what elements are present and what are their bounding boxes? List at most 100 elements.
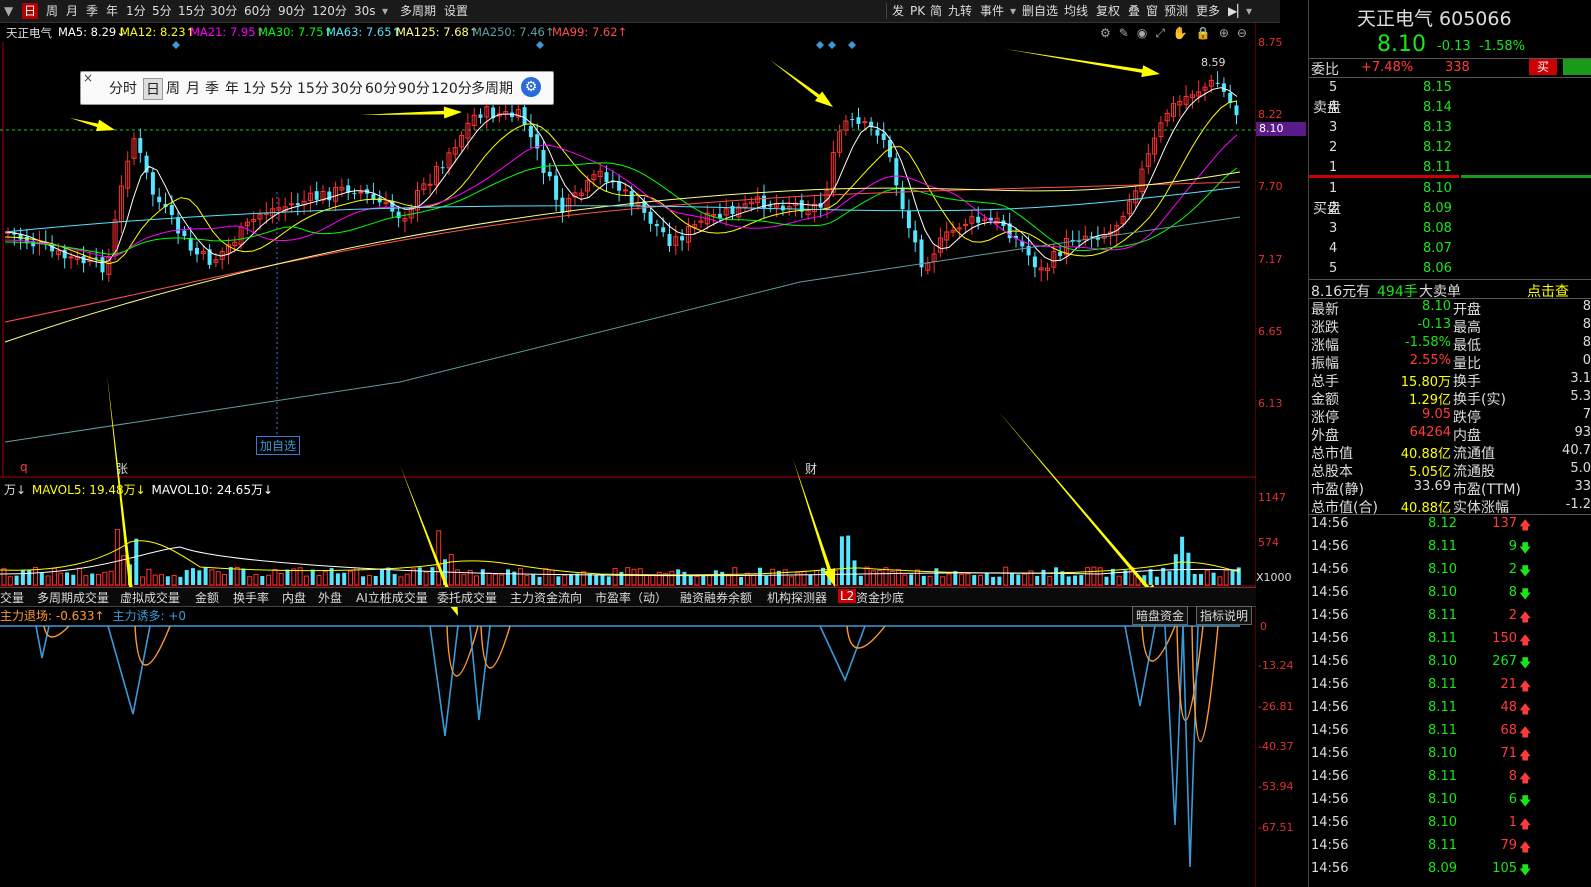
toolbar-adjust[interactable]: 复权	[1094, 3, 1122, 19]
toolbar-forecast[interactable]: 预测	[1162, 3, 1190, 19]
popup-15min[interactable]: 15分	[297, 78, 329, 98]
buy-button[interactable]: 买	[1529, 59, 1557, 75]
popup-fenshi[interactable]: 分时	[109, 78, 137, 98]
event-mark-cai[interactable]: 财	[805, 460, 817, 477]
settings-button[interactable]: 设置	[442, 3, 470, 19]
arrow-down-icon: 🡇	[1519, 541, 1532, 555]
tab-institution[interactable]: 机构探测器	[767, 589, 827, 606]
mavol5-line	[0, 540, 1241, 576]
event-mark-q[interactable]: q	[20, 460, 28, 474]
toolbar-events[interactable]: 事件	[978, 3, 1006, 19]
bid-price[interactable]: 8.10	[1423, 181, 1452, 196]
event-mark-zhang[interactable]: 张	[116, 460, 128, 477]
bid-price[interactable]: 8.09	[1423, 201, 1452, 216]
toolbar-arrow-icon[interactable]: ▼	[2, 3, 15, 19]
popup-120min[interactable]: 120分	[431, 78, 472, 98]
toolbar-more[interactable]: 更多	[1194, 3, 1222, 19]
price-axis-613: 6.13	[1258, 397, 1283, 410]
volume-bar	[1199, 574, 1203, 585]
popup-30min[interactable]: 30分	[331, 78, 363, 98]
popup-multi[interactable]: 多周期	[471, 78, 513, 98]
toolbar-fa[interactable]: 发	[890, 3, 906, 19]
bid-price[interactable]: 8.08	[1423, 221, 1452, 236]
weibi-label: 委比	[1311, 62, 1339, 78]
volume-bar	[159, 574, 164, 586]
period-5min[interactable]: 5分	[150, 3, 174, 19]
arrow-up-icon: 🡅	[1519, 748, 1532, 762]
period-season[interactable]: 季	[84, 3, 100, 19]
toolbar-window[interactable]: 窗	[1144, 3, 1160, 19]
period-90min[interactable]: 90分	[276, 3, 307, 19]
tab-ai-volume[interactable]: AI立桩成交量	[356, 589, 428, 606]
volume-bar	[1211, 572, 1216, 585]
gear-icon[interactable]: ⚙	[521, 77, 541, 97]
tab-outer[interactable]: 外盘	[318, 589, 342, 606]
current-price-tag: 8.10	[1256, 122, 1306, 136]
period-day[interactable]: 日	[22, 3, 39, 19]
toolbar-menu-icon[interactable]: ▾	[1244, 3, 1254, 19]
stat-value: 33.69	[1413, 479, 1451, 494]
stat-value-2: 40.7	[1562, 443, 1591, 458]
toolbar-pk[interactable]: PK	[908, 3, 927, 19]
period-week[interactable]: 周	[44, 3, 60, 19]
tab-turnover[interactable]: 换手率	[233, 589, 269, 606]
popup-year[interactable]: 年	[225, 78, 239, 98]
tab-margin[interactable]: 融资融券余额	[680, 589, 752, 606]
indicator-help-button[interactable]: 指标说明	[1196, 606, 1253, 625]
tab-amount[interactable]: 金额	[195, 589, 219, 606]
ask-price[interactable]: 8.11	[1423, 160, 1452, 175]
volume-bar	[423, 571, 429, 586]
dropdown-arrow-icon[interactable]: ▾	[380, 3, 390, 19]
tab-inner[interactable]: 内盘	[282, 589, 306, 606]
tab-volume[interactable]: 交量	[0, 589, 24, 606]
ind-axis-6751: -67.51	[1258, 821, 1294, 834]
period-15min[interactable]: 15分	[176, 3, 207, 19]
kline-chart[interactable]	[0, 22, 1256, 887]
ask-price[interactable]: 8.15	[1423, 80, 1452, 95]
popup-season[interactable]: 季	[205, 78, 219, 98]
ask-price[interactable]: 8.14	[1423, 100, 1452, 115]
bid-price[interactable]: 8.07	[1423, 241, 1452, 256]
period-60min[interactable]: 60分	[242, 3, 273, 19]
tab-main-flow[interactable]: 主力资金流向	[510, 589, 582, 606]
dark-pool-button[interactable]: 暗盘资金	[1132, 606, 1189, 625]
period-120min[interactable]: 120分	[310, 3, 349, 19]
tab-bottom-fishing[interactable]: 资金抄底	[856, 589, 904, 606]
tab-multi-volume[interactable]: 多周期成交量	[37, 589, 109, 606]
toolbar-simple[interactable]: 简	[928, 3, 944, 19]
ask-price[interactable]: 8.12	[1423, 140, 1452, 155]
popup-5min[interactable]: 5分	[270, 78, 293, 98]
toolbar-jiuzhuan[interactable]: 九转	[946, 3, 974, 19]
stat-label-2: 流通值	[1453, 446, 1495, 462]
popup-90min[interactable]: 90分	[398, 78, 430, 98]
tab-virtual-volume[interactable]: 虚拟成交量	[120, 589, 180, 606]
tab-order-volume[interactable]: 委托成交量	[437, 589, 497, 606]
period-1min[interactable]: 1分	[124, 3, 148, 19]
popup-60min[interactable]: 60分	[365, 78, 397, 98]
ask-price[interactable]: 8.13	[1423, 120, 1452, 135]
volume-bar	[883, 567, 889, 586]
sell-button[interactable]	[1563, 59, 1591, 75]
bid-price[interactable]: 8.06	[1423, 261, 1452, 276]
add-watchlist-label[interactable]: 加自选	[256, 436, 301, 455]
period-30min[interactable]: 30分	[208, 3, 239, 19]
volume-bar	[732, 567, 738, 586]
toolbar-overlay[interactable]: 叠	[1126, 3, 1142, 19]
remove-watchlist-button[interactable]: 删自选	[1020, 3, 1060, 19]
candle	[100, 257, 105, 273]
close-icon[interactable]: ×	[83, 71, 93, 85]
tab-pe[interactable]: 市盈率（动）	[595, 589, 667, 606]
period-month[interactable]: 月	[64, 3, 80, 19]
period-year[interactable]: 年	[104, 3, 120, 19]
toolbar-ma[interactable]: 均线	[1062, 3, 1090, 19]
popup-1min[interactable]: 1分	[243, 78, 266, 98]
period-30s[interactable]: 30s	[352, 3, 378, 19]
stat-value-2: -1.2	[1565, 497, 1591, 512]
events-dropdown-icon[interactable]: ▾	[1008, 3, 1018, 19]
tick-volume: 1	[1508, 815, 1517, 830]
popup-week[interactable]: 周	[166, 78, 180, 98]
ask-level: 4	[1329, 100, 1338, 115]
multi-period-button[interactable]: 多周期	[398, 3, 438, 19]
popup-month[interactable]: 月	[186, 78, 200, 98]
popup-day[interactable]: 日	[143, 78, 163, 100]
